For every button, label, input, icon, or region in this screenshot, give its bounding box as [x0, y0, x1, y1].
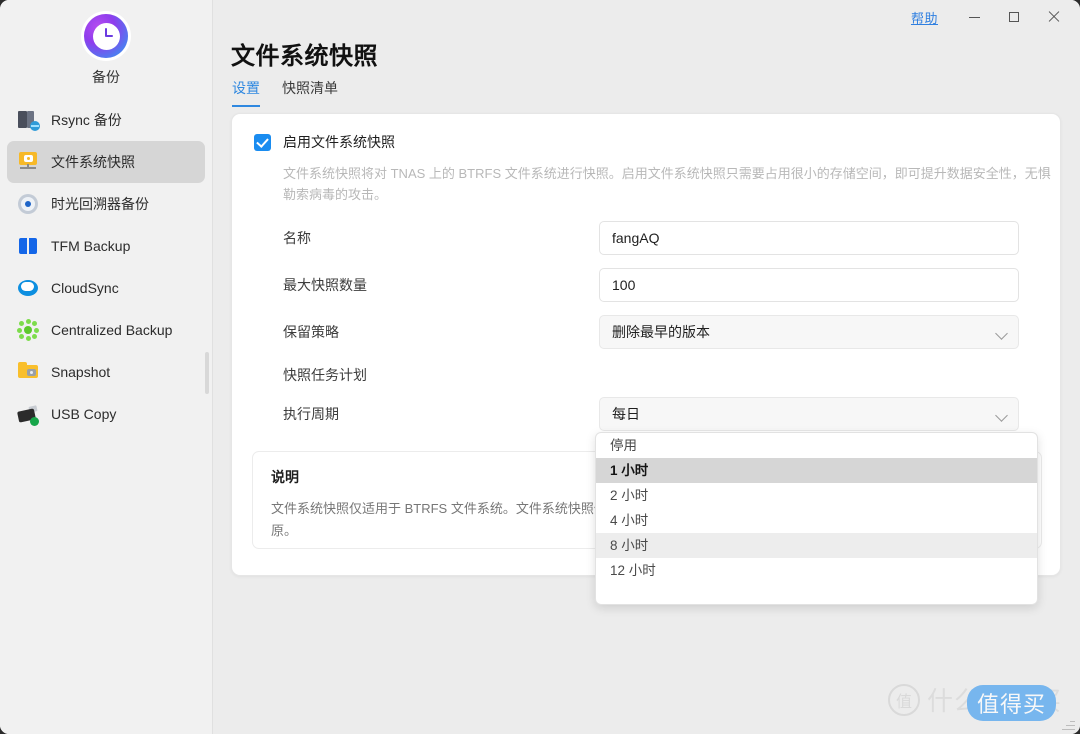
max-count-label: 最大快照数量 — [283, 277, 367, 293]
rsync-server-icon — [16, 108, 40, 132]
sidebar-scrollbar[interactable] — [205, 352, 209, 394]
dropdown-option-disabled[interactable]: 停用 — [596, 433, 1037, 458]
enable-snapshot-label: 启用文件系统快照 — [283, 134, 395, 150]
dropdown-option-8h[interactable]: 8 小时 — [596, 533, 1037, 558]
sidebar-item-label: 文件系统快照 — [51, 154, 135, 170]
folder-snapshot-icon — [16, 360, 40, 384]
sidebar-item-rsync-backup[interactable]: Rsync 备份 — [7, 99, 205, 141]
title-bar: 帮助 — [0, 0, 1080, 34]
chevron-down-icon — [995, 409, 1008, 422]
sidebar-item-tfm-backup[interactable]: TFM Backup — [7, 225, 205, 267]
schedule-section-label: 快照任务计划 — [283, 367, 367, 383]
max-count-input[interactable] — [599, 268, 1019, 302]
field-row-frequency: 执行周期 每日 — [283, 397, 1038, 431]
field-row-schedule-section: 快照任务计划 — [283, 362, 1038, 388]
minimize-icon — [968, 16, 980, 18]
time-machine-gear-icon — [16, 192, 40, 216]
retention-select-value: 删除最早的版本 — [612, 324, 710, 340]
field-row-name: 名称 — [283, 221, 1038, 255]
resize-grip[interactable] — [1061, 716, 1075, 730]
sidebar-item-snapshot[interactable]: Snapshot — [7, 351, 205, 393]
network-nodes-icon — [16, 318, 40, 342]
enable-snapshot-checkbox[interactable] — [254, 133, 271, 151]
dropdown-option-2h[interactable]: 2 小时 — [596, 483, 1037, 508]
sidebar-item-centralized-backup[interactable]: Centralized Backup — [7, 309, 205, 351]
name-label: 名称 — [283, 230, 311, 246]
sidebar-item-cloudsync[interactable]: CloudSync — [7, 267, 205, 309]
dropdown-option-4h[interactable]: 4 小时 — [596, 508, 1037, 533]
frequency-label: 执行周期 — [283, 406, 339, 422]
frequency-select-value: 每日 — [612, 406, 640, 422]
help-link[interactable]: 帮助 — [911, 8, 938, 27]
usb-drive-icon — [16, 402, 40, 426]
tab-snapshot-list[interactable]: 快照清单 — [282, 78, 338, 107]
sidebar-item-label: Snapshot — [51, 364, 111, 380]
card-description: 文件系统快照将对 TNAS 上的 BTRFS 文件系统进行快照。启用文件系统快照… — [283, 166, 1051, 202]
field-row-max-count: 最大快照数量 — [283, 268, 1038, 302]
enable-snapshot-row: 启用文件系统快照 — [254, 132, 1038, 152]
chevron-down-icon — [995, 327, 1008, 340]
sidebar: 备份 Rsync 备份 文件系统快照 时光回溯器备份 TFM Backup Cl… — [0, 0, 213, 734]
app-window: 帮助 备份 Rsync 备份 文件系统快照 时光回溯器备份 TFM Backup… — [0, 0, 1080, 734]
maximize-icon — [1009, 12, 1019, 22]
name-input[interactable] — [599, 221, 1019, 255]
dropdown-option-12h[interactable]: 12 小时 — [596, 558, 1037, 583]
maximize-button[interactable] — [994, 2, 1034, 32]
folder-camera-icon — [16, 150, 40, 174]
dropdown-option-1h[interactable]: 1 小时 — [596, 458, 1037, 483]
tab-bar: 设置 快照清单 — [232, 78, 338, 107]
cloud-icon — [16, 276, 40, 300]
sidebar-nav: Rsync 备份 文件系统快照 时光回溯器备份 TFM Backup Cloud… — [0, 99, 212, 435]
field-row-retention: 保留策略 删除最早的版本 — [283, 315, 1038, 349]
sidebar-item-label: TFM Backup — [51, 238, 131, 254]
close-button[interactable] — [1034, 2, 1074, 32]
frequency-select[interactable]: 每日 — [599, 397, 1019, 431]
sidebar-item-usb-copy[interactable]: USB Copy — [7, 393, 205, 435]
sidebar-item-label: Rsync 备份 — [51, 112, 122, 128]
app-name: 备份 — [92, 69, 120, 85]
sidebar-item-filesystem-snapshot[interactable]: 文件系统快照 — [7, 141, 205, 183]
page-title: 文件系统快照 — [231, 43, 378, 70]
main-content: 文件系统快照 设置 快照清单 启用文件系统快照 文件系统快照将对 TNAS 上的… — [213, 0, 1080, 734]
tab-settings[interactable]: 设置 — [232, 78, 260, 107]
retention-select[interactable]: 删除最早的版本 — [599, 315, 1019, 349]
retention-label: 保留策略 — [283, 324, 339, 340]
interval-dropdown-menu[interactable]: 停用 1 小时 2 小时 4 小时 8 小时 12 小时 — [595, 432, 1038, 605]
sidebar-item-label: CloudSync — [51, 280, 119, 296]
sidebar-item-label: 时光回溯器备份 — [51, 196, 149, 212]
minimize-button[interactable] — [954, 2, 994, 32]
sidebar-item-label: Centralized Backup — [51, 322, 173, 338]
sidebar-item-time-machine-backup[interactable]: 时光回溯器备份 — [7, 183, 205, 225]
tfm-book-icon — [16, 234, 40, 258]
close-icon — [1048, 11, 1060, 23]
sidebar-item-label: USB Copy — [51, 406, 117, 422]
